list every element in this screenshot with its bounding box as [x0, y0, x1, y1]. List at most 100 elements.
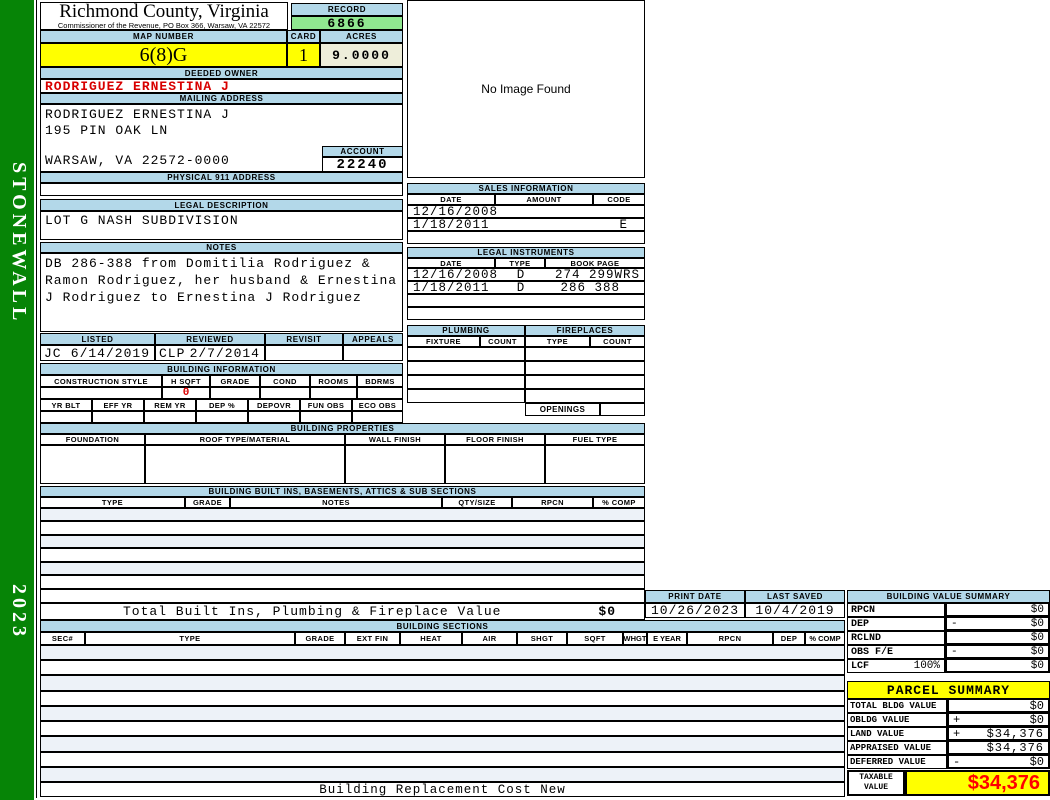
yrblt-value [40, 411, 92, 423]
appeals-value [343, 345, 403, 361]
roof-header: ROOF TYPE/MATERIAL [145, 434, 345, 445]
parcel-value: $0 [1029, 698, 1044, 713]
deeded-owner-label: DEEDED OWNER [40, 67, 403, 79]
property-photo-placeholder: No Image Found [407, 0, 645, 178]
instrument-bookpage: 286 388 [560, 280, 620, 295]
builtins-total-label: Total Built Ins, Plumbing & Fireplace Va… [123, 604, 502, 619]
li-bookpage-header: BOOK PAGE [545, 258, 645, 268]
bs-whgt-header: WHGT [623, 632, 647, 645]
building-sections-row [40, 752, 845, 767]
bvs-label-cell: RPCN [847, 603, 945, 617]
bvs-label: DEP [851, 618, 870, 630]
mailing-line-2: 195 PIN OAK LN [45, 123, 169, 138]
bs-dep-header: DEP [773, 632, 805, 645]
bvs-value-cell: - $0 [945, 644, 1050, 659]
parcel-value-cell: $34,376 [947, 740, 1050, 755]
hsqft-header: H SQFT [162, 375, 210, 387]
parcel-op: + [953, 712, 961, 727]
fireplace-row [525, 347, 645, 361]
parcel-value-cell: - $0 [947, 754, 1050, 769]
instrument-bookpage: 274 299WRS [554, 267, 640, 282]
bi-rpcn-header: RPCN [512, 497, 593, 508]
acres-label: ACRES [320, 30, 403, 43]
instrument-row [407, 307, 645, 320]
floorfinish-value [445, 445, 545, 484]
reviewed-value: CLP 2/7/2014 [155, 345, 265, 361]
revisit-value [265, 345, 343, 361]
building-properties-title: BUILDING PROPERTIES [40, 423, 645, 434]
remyr-header: REM YR [144, 399, 196, 411]
building-information-title: BUILDING INFORMATION [40, 363, 403, 375]
revisit-label: REVISIT [265, 333, 343, 345]
taxable-value: $34,376 [967, 771, 1040, 794]
record-label: RECORD [291, 3, 403, 16]
sale-code: E [619, 217, 628, 232]
construction-style-value [40, 387, 162, 399]
building-sections-row [40, 675, 845, 691]
bs-eyear-header: E YEAR [647, 632, 687, 645]
foundation-value [40, 445, 145, 484]
plumbing-row [407, 389, 525, 403]
notes-line-1: DB 286-388 from Domitilia Rodriguez & [45, 256, 371, 271]
plumbing-row [407, 375, 525, 389]
property-record-card: STONEWALL 2023 Richmond County, Virginia… [0, 0, 1050, 800]
instrument-row [407, 294, 645, 307]
tax-year: 2023 [8, 584, 30, 640]
card-value: 1 [287, 43, 320, 67]
listed-date: 6/14/2019 [70, 345, 150, 361]
listed-value: JC 6/14/2019 [40, 345, 155, 361]
builtins-row [40, 535, 645, 548]
plumbing-title: PLUMBING [407, 325, 525, 336]
building-sections-row [40, 721, 845, 736]
instrument-type: D [516, 280, 526, 295]
ecoobs-value [352, 411, 403, 423]
bi-comp-header: % COMP [593, 497, 645, 508]
bs-sec-header: SEC# [40, 632, 85, 645]
page-left-border [36, 0, 37, 798]
account-label: ACCOUNT [322, 146, 403, 157]
notes-label: NOTES [40, 242, 403, 253]
yrblt-header: YR BLT [40, 399, 92, 411]
depovr-value [248, 411, 300, 423]
builtins-total-value: $0 [598, 604, 616, 619]
sales-row [407, 231, 645, 244]
builtins-title: BUILDING BUILT INS, BASEMENTS, ATTICS & … [40, 486, 645, 497]
sales-information-title: SALES INFORMATION [407, 183, 645, 194]
legal-description-box: LOT G NASH SUBDIVISION [40, 211, 403, 240]
notes-line-2: Ramon Rodriguez, her husband & Ernestina [45, 273, 398, 288]
record-number: 6866 [291, 16, 403, 31]
sales-date-header: DATE [407, 194, 495, 205]
parcel-label: LAND VALUE [850, 729, 905, 739]
bvs-label-cell: RCLND [847, 631, 945, 645]
replacement-cost-label: Building Replacement Cost New [319, 782, 566, 797]
bvs-value-cell: $0 [945, 602, 1050, 617]
reviewed-date: 2/7/2014 [189, 345, 260, 361]
parcel-summary-title: PARCEL SUMMARY [847, 681, 1050, 699]
last-saved-label: LAST SAVED [745, 590, 845, 603]
sales-code-header: CODE [593, 194, 645, 205]
cond-value [260, 387, 310, 399]
parcel-value: $34,376 [986, 726, 1044, 741]
bs-rpcn-header: RPCN [687, 632, 773, 645]
acres-value: 9.0000 [320, 43, 403, 67]
bvs-value: $0 [1030, 645, 1044, 658]
parcel-value-cell: + $0 [947, 712, 1050, 727]
ecoobs-header: ECO OBS [352, 399, 403, 411]
roof-value [145, 445, 345, 484]
building-sections-row [40, 767, 845, 782]
bi-notes-header: NOTES [230, 497, 442, 508]
builtins-row [40, 589, 645, 603]
parcel-label: DEFERRED VALUE [850, 757, 926, 767]
deppct-value [196, 411, 248, 423]
bvs-lcf-cell: LCF 100% [847, 659, 945, 673]
bs-sqft-header: SQFT [567, 632, 623, 645]
map-number-label: MAP NUMBER [40, 30, 287, 43]
instrument-date: 12/16/2008 [413, 267, 499, 282]
bvs-value: $0 [1030, 631, 1044, 644]
construction-style-header: CONSTRUCTION STYLE [40, 375, 162, 387]
parcel-label-cell: APPRAISED VALUE [847, 741, 947, 755]
sales-row: 1/18/2011 E [407, 217, 645, 232]
parcel-label: OBLDG VALUE [850, 715, 910, 725]
bvs-value-cell: $0 [945, 630, 1050, 645]
fireplace-row [525, 375, 645, 389]
